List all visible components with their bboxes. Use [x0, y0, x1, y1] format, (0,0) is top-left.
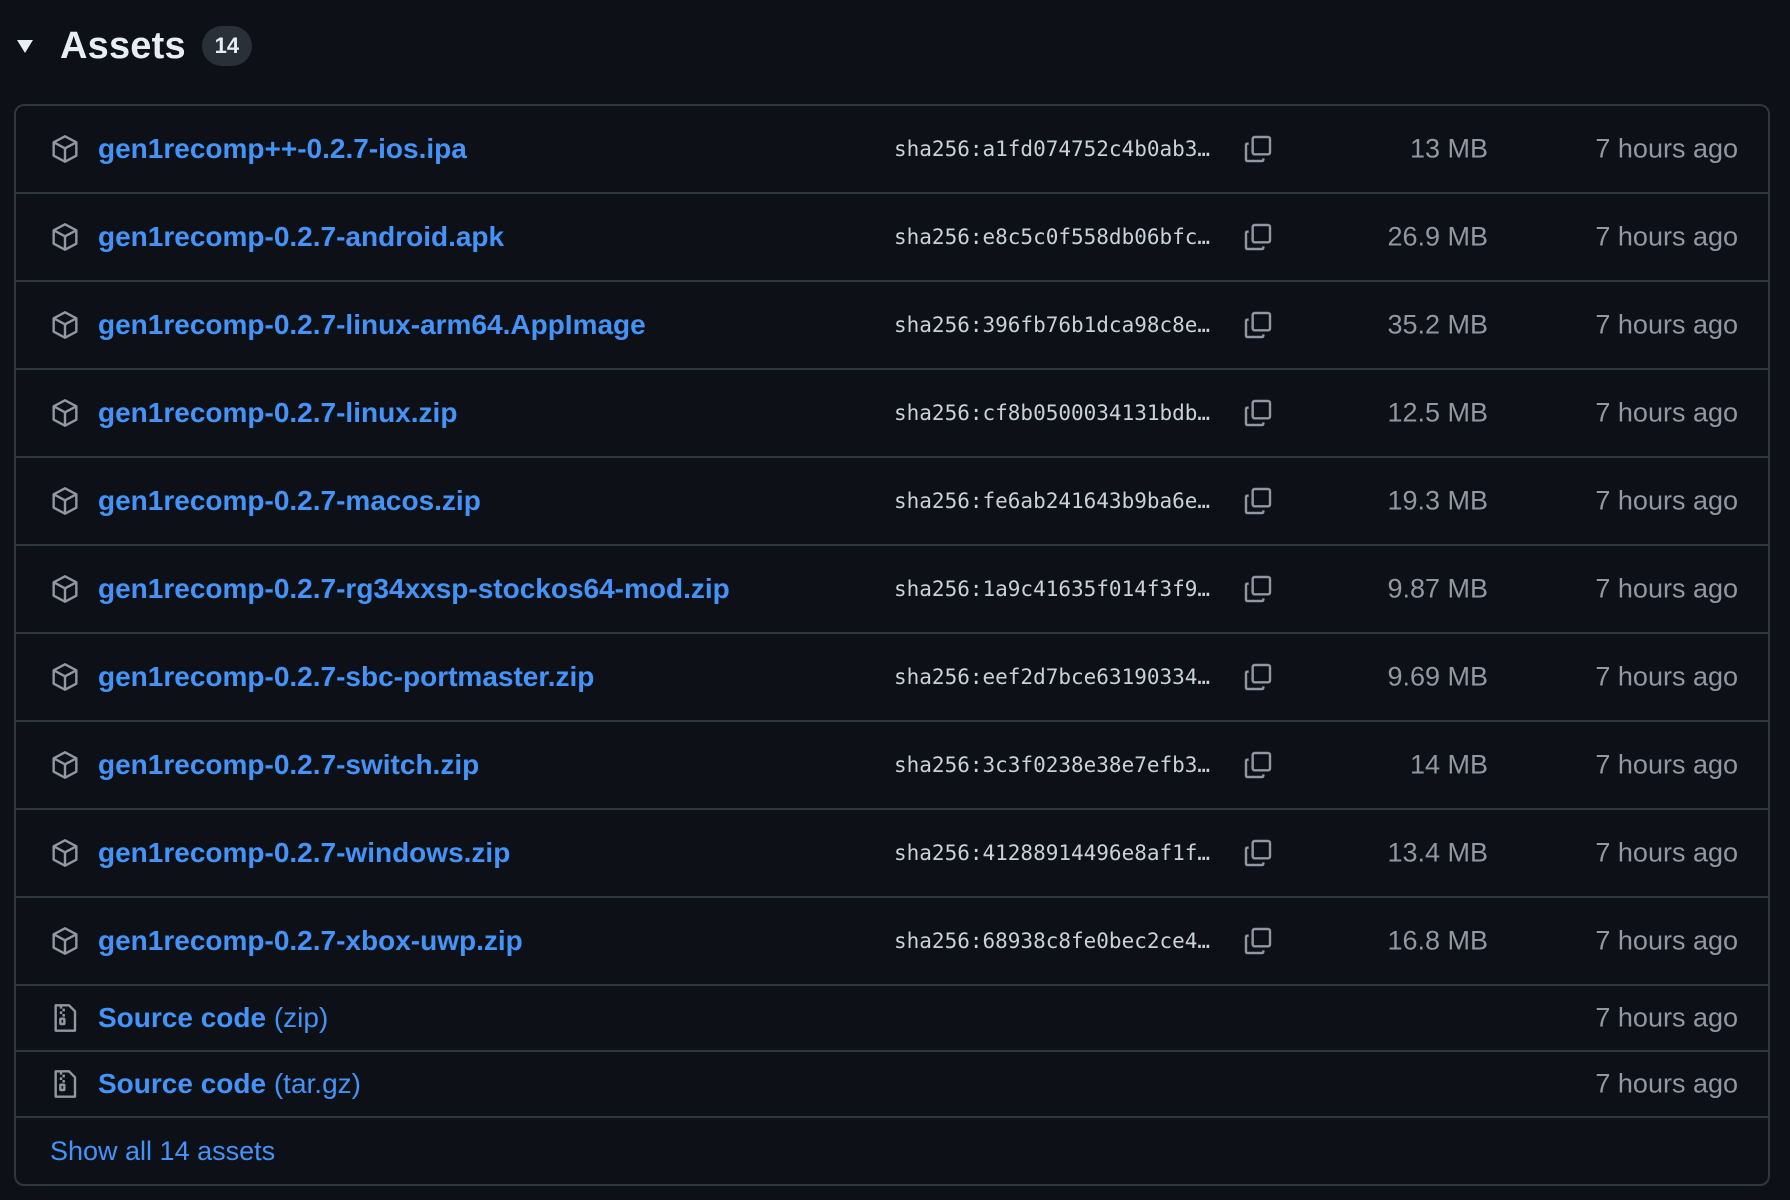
asset-link[interactable]: gen1recomp++-0.2.7-ios.ipa — [98, 133, 467, 165]
asset-size: 9.87 MB — [1387, 573, 1488, 604]
copy-icon[interactable] — [1240, 131, 1276, 167]
asset-link[interactable]: gen1recomp-0.2.7-linux.zip — [98, 397, 457, 429]
copy-icon[interactable] — [1240, 923, 1276, 959]
asset-row: gen1recomp-0.2.7-android.apk sha256:e8c5… — [16, 194, 1768, 282]
package-icon — [49, 485, 81, 517]
asset-link[interactable]: gen1recomp-0.2.7-macos.zip — [98, 485, 481, 517]
assets-list: gen1recomp++-0.2.7-ios.ipa sha256:a1fd07… — [14, 104, 1770, 1186]
asset-row: gen1recomp++-0.2.7-ios.ipa sha256:a1fd07… — [16, 106, 1768, 194]
asset-link[interactable]: gen1recomp-0.2.7-windows.zip — [98, 837, 510, 869]
asset-size: 13 MB — [1409, 133, 1488, 164]
asset-size: 14 MB — [1409, 749, 1488, 780]
asset-link[interactable]: gen1recomp-0.2.7-xbox-uwp.zip — [98, 925, 523, 957]
asset-time: 7 hours ago — [1595, 1068, 1738, 1099]
asset-sha: sha256:eef2d7bce63190334… — [894, 665, 1211, 689]
asset-row: gen1recomp-0.2.7-rg34xxsp-stockos64-mod.… — [16, 546, 1768, 634]
copy-icon[interactable] — [1240, 307, 1276, 343]
asset-sha: sha256:68938c8fe0bec2ce4… — [894, 929, 1211, 953]
asset-sha: sha256:fe6ab241643b9ba6e… — [894, 489, 1211, 513]
asset-row: gen1recomp-0.2.7-windows.zip sha256:4128… — [16, 810, 1768, 898]
assets-header[interactable]: Assets 14 — [14, 18, 252, 74]
asset-size: 12.5 MB — [1387, 397, 1488, 428]
asset-time: 7 hours ago — [1595, 309, 1738, 340]
asset-row: gen1recomp-0.2.7-xbox-uwp.zip sha256:689… — [16, 898, 1768, 986]
asset-size: 35.2 MB — [1387, 309, 1488, 340]
source-code-label: Source code — [98, 1068, 267, 1099]
triangle-down-icon[interactable] — [14, 35, 36, 57]
asset-time: 7 hours ago — [1595, 1002, 1738, 1033]
asset-time: 7 hours ago — [1595, 221, 1738, 252]
assets-count-badge: 14 — [201, 26, 252, 66]
asset-sha: sha256:cf8b0500034131bdb… — [894, 401, 1211, 425]
package-icon — [49, 749, 81, 781]
file-zip-icon — [49, 1068, 81, 1100]
asset-time: 7 hours ago — [1595, 749, 1738, 780]
asset-row: gen1recomp-0.2.7-macos.zip sha256:fe6ab2… — [16, 458, 1768, 546]
source-code-row: Source code (zip) 7 hours ago — [16, 986, 1768, 1052]
asset-time: 7 hours ago — [1595, 397, 1738, 428]
package-icon — [49, 221, 81, 253]
asset-size: 9.69 MB — [1387, 661, 1488, 692]
file-zip-icon — [49, 1002, 81, 1034]
package-icon — [49, 309, 81, 341]
asset-sha: sha256:a1fd074752c4b0ab3… — [894, 137, 1211, 161]
show-all-assets-link[interactable]: Show all 14 assets — [50, 1136, 275, 1167]
assets-title: Assets — [60, 24, 186, 67]
asset-size: 19.3 MB — [1387, 485, 1488, 516]
package-icon — [49, 925, 81, 957]
asset-time: 7 hours ago — [1595, 133, 1738, 164]
asset-link[interactable]: gen1recomp-0.2.7-linux-arm64.AppImage — [98, 309, 646, 341]
asset-time: 7 hours ago — [1595, 573, 1738, 604]
copy-icon[interactable] — [1240, 747, 1276, 783]
asset-row: gen1recomp-0.2.7-linux.zip sha256:cf8b05… — [16, 370, 1768, 458]
asset-link[interactable]: gen1recomp-0.2.7-switch.zip — [98, 749, 479, 781]
copy-icon[interactable] — [1240, 483, 1276, 519]
asset-link[interactable]: gen1recomp-0.2.7-sbc-portmaster.zip — [98, 661, 594, 693]
asset-sha: sha256:41288914496e8af1f… — [894, 841, 1211, 865]
asset-link[interactable]: gen1recomp-0.2.7-rg34xxsp-stockos64-mod.… — [98, 573, 730, 605]
asset-row: gen1recomp-0.2.7-linux-arm64.AppImage sh… — [16, 282, 1768, 370]
source-code-zip-link[interactable]: Source code (zip) — [98, 1002, 328, 1034]
package-icon — [49, 573, 81, 605]
asset-size: 13.4 MB — [1387, 837, 1488, 868]
asset-row: gen1recomp-0.2.7-switch.zip sha256:3c3f0… — [16, 722, 1768, 810]
source-code-targz-link[interactable]: Source code (tar.gz) — [98, 1068, 361, 1100]
copy-icon[interactable] — [1240, 835, 1276, 871]
asset-sha: sha256:396fb76b1dca98c8e… — [894, 313, 1211, 337]
asset-time: 7 hours ago — [1595, 661, 1738, 692]
asset-time: 7 hours ago — [1595, 485, 1738, 516]
package-icon — [49, 133, 81, 165]
copy-icon[interactable] — [1240, 571, 1276, 607]
asset-sha: sha256:3c3f0238e38e7efb3… — [894, 753, 1211, 777]
copy-icon[interactable] — [1240, 659, 1276, 695]
copy-icon[interactable] — [1240, 219, 1276, 255]
source-code-row: Source code (tar.gz) 7 hours ago — [16, 1052, 1768, 1118]
package-icon — [49, 397, 81, 429]
asset-size: 16.8 MB — [1387, 925, 1488, 956]
asset-sha: sha256:e8c5c0f558db06bfc… — [894, 225, 1211, 249]
asset-size: 26.9 MB — [1387, 221, 1488, 252]
package-icon — [49, 837, 81, 869]
asset-time: 7 hours ago — [1595, 925, 1738, 956]
source-code-ext: (tar.gz) — [273, 1068, 361, 1099]
asset-sha: sha256:1a9c41635f014f3f9… — [894, 577, 1211, 601]
package-icon — [49, 661, 81, 693]
asset-time: 7 hours ago — [1595, 837, 1738, 868]
show-all-row: Show all 14 assets — [16, 1118, 1768, 1184]
asset-row: gen1recomp-0.2.7-sbc-portmaster.zip sha2… — [16, 634, 1768, 722]
copy-icon[interactable] — [1240, 395, 1276, 431]
source-code-label: Source code — [98, 1002, 267, 1033]
source-code-ext: (zip) — [273, 1002, 329, 1033]
asset-link[interactable]: gen1recomp-0.2.7-android.apk — [98, 221, 504, 253]
